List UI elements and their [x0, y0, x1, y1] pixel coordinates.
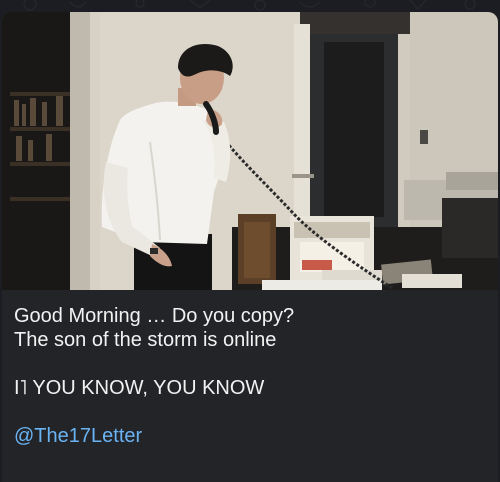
chat-background: Good Morning … Do you copy? The son of t…: [0, 0, 500, 482]
caption-line-storm: The son of the storm is online: [14, 329, 277, 351]
caption-line-greeting: Good Morning … Do you copy?: [14, 305, 295, 327]
message-caption: Good Morning … Do you copy? The son of t…: [14, 304, 486, 448]
photo-image: [2, 12, 498, 290]
caption-line-you-know: I˥ YOU KNOW, YOU KNOW: [14, 377, 265, 399]
message-bubble[interactable]: Good Morning … Do you copy? The son of t…: [2, 12, 498, 482]
message-photo[interactable]: [2, 12, 498, 290]
channel-mention-link[interactable]: @The17Letter: [14, 424, 486, 448]
